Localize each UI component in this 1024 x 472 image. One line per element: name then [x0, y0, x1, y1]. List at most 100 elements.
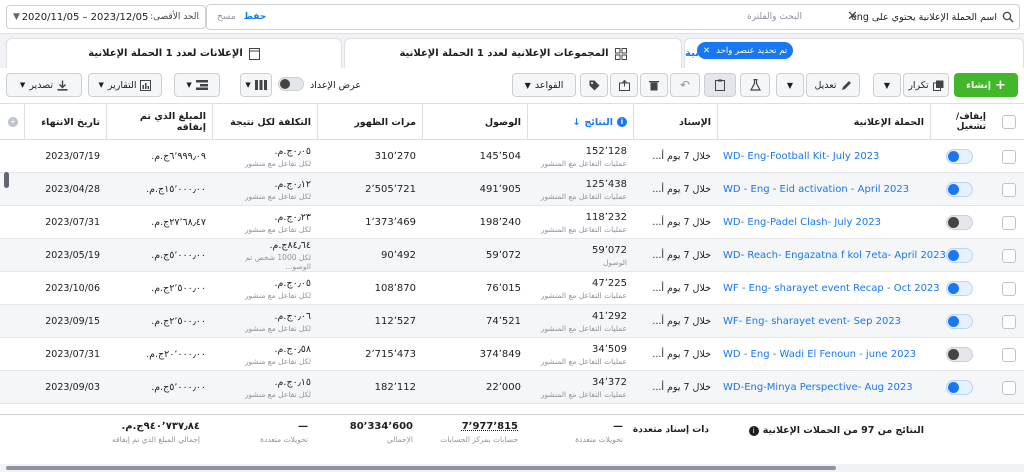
table-row[interactable]: WD - Eng - Wadi El Fenoun - june 2023 خل…: [0, 338, 1024, 371]
clipboard-button[interactable]: [704, 73, 736, 97]
filter-tag[interactable]: اسم الحملة الإعلانية يحتوي على eng: [851, 8, 997, 27]
end-date-value: 2023/04/28: [45, 184, 100, 195]
action-toolbar: + إنشاء تكرار ▼ تعديل ▼ ↶ القواعد ▼ عرض …: [0, 68, 1024, 104]
campaign-toggle[interactable]: [946, 149, 973, 164]
table-row[interactable]: WD-Eng-Minya Perspective- Aug 2023 خلال …: [0, 371, 1024, 404]
create-label: إنشاء: [966, 79, 992, 91]
duplicate-button[interactable]: تكرار: [903, 73, 949, 97]
end-date-value: 2023/07/31: [45, 217, 100, 228]
end-date-value: 2023/09/03: [45, 382, 100, 393]
column-header-end-date[interactable]: تاريخ الانتهاء: [24, 104, 106, 140]
duplicate-dropdown[interactable]: ▼: [873, 73, 901, 97]
campaign-toggle[interactable]: [946, 281, 973, 296]
rules-button[interactable]: القواعد ▼: [512, 73, 576, 97]
column-header-cost-per-result[interactable]: التكلفة لكل نتيجة: [212, 104, 317, 140]
close-icon[interactable]: ✕: [703, 46, 710, 56]
campaign-toggle[interactable]: [946, 380, 973, 395]
row-checkbox[interactable]: [1002, 216, 1016, 230]
export-button[interactable]: تصدير ▼: [6, 73, 82, 97]
undo-button[interactable]: ↶: [670, 73, 700, 97]
campaign-name-link[interactable]: WD- Reach- Engazatna f kol 7eta- April 2…: [723, 250, 946, 261]
reports-button[interactable]: التقارير ▼: [88, 73, 162, 97]
selected-items-chip[interactable]: تم تحديد عنصر واحد ✕: [697, 42, 794, 59]
row-checkbox[interactable]: [1002, 249, 1016, 263]
campaign-toggle[interactable]: [946, 215, 973, 230]
attribution-cell: خلال 7 يوم أ...: [633, 338, 717, 371]
sort-arrow-icon: ↓: [572, 116, 581, 128]
edit-button[interactable]: تعديل: [806, 73, 860, 97]
campaign-name-link[interactable]: WD- Eng-Football Kit- July 2023: [723, 151, 879, 162]
column-header-attribution[interactable]: الإسناد: [633, 104, 717, 140]
column-header-amount-spent[interactable]: المبلغ الذي تم إنفاقه: [106, 104, 212, 140]
column-header-impressions[interactable]: مرات الظهور: [317, 104, 422, 140]
ab-test-button[interactable]: [740, 73, 770, 97]
campaign-name-link[interactable]: WD - Eng - Wadi El Fenoun - june 2023: [723, 349, 916, 360]
cost-per-result-type: لكل تفاعل مع منشور: [244, 323, 311, 333]
results-value: 125٬438: [585, 178, 627, 190]
amount-spent-cell: ٦٬٩٩٩٫٠٩ج.م.‏: [106, 140, 212, 173]
cost-per-result-type: لكل 1000 شخص تم الوصو...: [245, 253, 311, 271]
campaign-name-link[interactable]: WD-Eng-Minya Perspective- Aug 2023: [723, 382, 913, 393]
row-checkbox[interactable]: [1002, 282, 1016, 296]
table-row[interactable]: WD- Reach- Engazatna f kol 7eta- April 2…: [0, 239, 1024, 272]
campaign-cell: WD-Eng-Minya Perspective- Aug 2023: [717, 371, 930, 404]
reach-cell: 59٬072: [422, 239, 527, 272]
delete-button[interactable]: [640, 73, 668, 97]
column-header-results[interactable]: i النتائج ↓: [527, 104, 633, 140]
campaign-toggle[interactable]: [946, 347, 973, 362]
clear-filter-link[interactable]: مسح: [217, 12, 236, 22]
impressions-cell: 2٬715٬473: [317, 338, 422, 371]
share-button[interactable]: [610, 73, 638, 97]
amount-spent-value: ٢٠٬٠٠٠٫٠٠ج.م.‏: [146, 349, 206, 360]
horizontal-scroll-thumb[interactable]: [6, 466, 836, 470]
campaign-name-link[interactable]: WD- Eng-Padel Clash- July 2023: [723, 217, 881, 228]
row-checkbox[interactable]: [1002, 315, 1016, 329]
column-header-toggle[interactable]: إيقاف/تشغيل: [930, 104, 992, 140]
horizontal-scrollbar[interactable]: [0, 464, 1024, 472]
search-filter-box[interactable]: اسم الحملة الإعلانية يحتوي على eng ✕ الب…: [206, 4, 1020, 30]
create-button[interactable]: + إنشاء: [954, 73, 1018, 97]
campaign-name-link[interactable]: WF - Eng- sharayet event Recap - Oct 202…: [723, 283, 940, 294]
info-icon: i: [748, 425, 759, 436]
end-date-value: 2023/05/19: [45, 250, 100, 261]
table-row[interactable]: WD- Eng-Football Kit- July 2023 خلال 7 ي…: [0, 140, 1024, 173]
view-setup-toggle[interactable]: [278, 77, 304, 91]
date-range-picker[interactable]: الحد الأقصى: 2020/11/05 – 2023/12/05 ▼: [6, 5, 206, 29]
row-checkbox[interactable]: [1002, 348, 1016, 362]
campaign-toggle[interactable]: [946, 314, 973, 329]
tab-ads[interactable]: الإعلانات لعدد 1 الحملة الإعلانية: [6, 38, 342, 68]
campaign-name-link[interactable]: WF- Eng- sharayet event- Sep 2023: [723, 316, 901, 327]
cost-per-result-type: لكل تفاعل مع منشور: [244, 224, 311, 234]
save-filter-link[interactable]: حفظ: [244, 12, 267, 22]
impressions-value: 90٬492: [381, 250, 416, 261]
table-row[interactable]: WD- Eng-Padel Clash- July 2023 خلال 7 يو…: [0, 206, 1024, 239]
impressions-value: 182٬112: [374, 382, 416, 393]
amount-spent-value: ١٥٬٠٠٠٫٠٠ج.م.‏: [146, 184, 206, 195]
cost-per-result-type: لكل تفاعل مع منشور: [244, 389, 311, 399]
column-header-reach[interactable]: الوصول: [422, 104, 527, 140]
remove-filter-close-icon[interactable]: ✕: [847, 9, 858, 25]
column-header-campaign[interactable]: الحملة الإعلانية: [717, 104, 930, 140]
tab-adsets[interactable]: المجموعات الإعلانية لعدد 1 الحملة الإعلا…: [344, 38, 682, 68]
add-column-icon[interactable]: +: [8, 117, 18, 127]
row-checkbox[interactable]: [1002, 183, 1016, 197]
breakdown-button[interactable]: ▼: [174, 73, 220, 97]
table-row[interactable]: WF - Eng- sharayet event Recap - Oct 202…: [0, 272, 1024, 305]
reach-cell: 74٬521: [422, 305, 527, 338]
vertical-scroll-thumb[interactable]: [4, 172, 9, 188]
row-checkbox[interactable]: [1002, 150, 1016, 164]
cost-per-result-value: ٠٫٠٥ج.م.‏: [274, 145, 311, 157]
tag-button[interactable]: [580, 73, 608, 97]
grid-icon: [614, 47, 627, 60]
cost-per-result-value: ٠٫١٢ج.م.‏: [274, 178, 311, 190]
campaign-toggle[interactable]: [946, 248, 973, 263]
cost-per-result-cell: ٠٫١٥ج.م.‏ لكل تفاعل مع منشور: [212, 371, 317, 404]
table-row[interactable]: WD - Eng - Eid activation - April 2023 خ…: [0, 173, 1024, 206]
edit-dropdown[interactable]: ▼: [776, 73, 804, 97]
columns-button[interactable]: ▼: [240, 73, 272, 97]
campaign-name-link[interactable]: WD - Eng - Eid activation - April 2023: [723, 184, 909, 195]
campaign-toggle[interactable]: [946, 182, 973, 197]
select-all-checkbox[interactable]: [1002, 115, 1016, 129]
row-checkbox[interactable]: [1002, 381, 1016, 395]
table-row[interactable]: WF- Eng- sharayet event- Sep 2023 خلال 7…: [0, 305, 1024, 338]
